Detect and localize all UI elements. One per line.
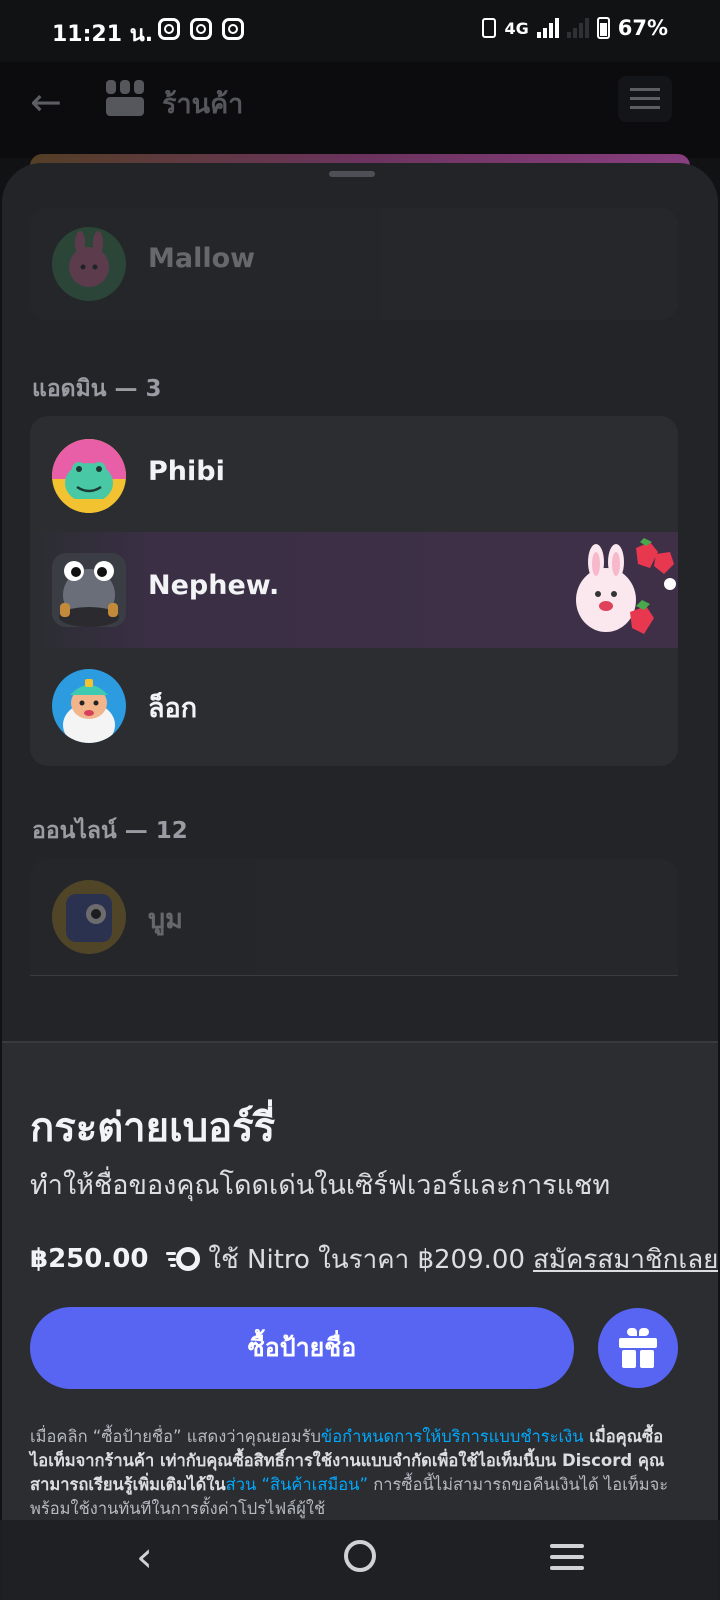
section-header-admin: แอดมิน — 3 <box>32 376 162 402</box>
strawberry-bunny-decoration <box>576 538 676 634</box>
nitro-icon <box>166 1246 201 1272</box>
product-description: ทำให้ชื่อของคุณโดดเด่นในเซิร์ฟเวอร์และกา… <box>30 1170 611 1201</box>
drag-handle[interactable] <box>329 171 375 177</box>
instagram-icon <box>190 18 212 40</box>
nav-back-icon[interactable]: ‹ <box>136 1532 153 1581</box>
virtual-goods-link[interactable]: ส่วน “สินค้าเสมือน” <box>226 1475 368 1494</box>
app-header: ← ร้านค้า <box>0 62 720 158</box>
divider <box>30 975 678 976</box>
gift-button[interactable] <box>598 1308 678 1388</box>
list-item[interactable]: Phibi <box>30 418 678 534</box>
member-name: บูม <box>148 904 183 935</box>
list-item-highlighted[interactable]: Nephew. <box>30 532 678 648</box>
online-members-card: บูม <box>30 859 678 975</box>
system-nav-bar: ‹ <box>0 1520 720 1600</box>
product-price: ฿250.00 <box>30 1244 149 1274</box>
back-arrow-icon[interactable]: ← <box>30 80 62 124</box>
admin-members-card: Phibi Nephew. ล็อก <box>30 416 678 766</box>
member-name: ล็อก <box>148 693 198 724</box>
legal-text: เมื่อคลิก “ซื้อป้ายชื่อ” แสดงว่าคุณยอมรั… <box>30 1427 321 1446</box>
hamburger-menu-icon[interactable] <box>618 76 672 122</box>
vibrate-icon <box>482 18 497 38</box>
instagram-icon <box>158 18 180 40</box>
member-name: Mallow <box>148 243 256 274</box>
status-indicators: 4G 67% <box>482 16 668 40</box>
product-title: กระต่ายเบอร์รี่ <box>30 1105 276 1151</box>
nav-recents-icon[interactable] <box>550 1544 584 1570</box>
member-name: Nephew. <box>148 570 280 601</box>
signal-icon <box>536 18 559 38</box>
product-preview-sheet: Mallow แอดมิน — 3 Phibi Nephew. ล็อก ออน… <box>2 163 718 1600</box>
battery-icon <box>596 17 610 39</box>
avatar <box>52 553 126 627</box>
signal-secondary-icon <box>566 18 589 38</box>
gift-icon <box>619 1328 657 1368</box>
nav-home-icon[interactable] <box>344 1540 376 1572</box>
avatar <box>52 880 126 954</box>
price-row: ฿250.00 ใช้ Nitro ในราคา ฿209.00 สมัครสม… <box>30 1239 718 1279</box>
member-card-top: Mallow <box>30 208 678 320</box>
product-details-panel: กระต่ายเบอร์รี่ ทำให้ชื่อของคุณโดดเด่นใน… <box>2 1041 718 1600</box>
member-list-preview: Mallow แอดมิน — 3 Phibi Nephew. ล็อก ออน… <box>2 163 718 1058</box>
list-item[interactable]: ล็อก <box>30 648 678 764</box>
section-header-online: ออนไลน์ — 12 <box>32 818 188 844</box>
battery-percent: 67% <box>617 16 668 40</box>
member-name: Phibi <box>148 456 225 487</box>
list-item: บูม <box>30 859 678 975</box>
avatar <box>52 227 126 301</box>
page-title: ร้านค้า <box>162 89 244 120</box>
paid-terms-link[interactable]: ข้อกำหนดการให้บริการแบบชำระเงิน <box>321 1427 584 1446</box>
status-bar: 11:21 น. 4G 67% <box>0 0 720 62</box>
subscribe-nitro-link[interactable]: สมัครสมาชิกเลย <box>533 1239 718 1280</box>
avatar <box>52 669 126 743</box>
legal-disclaimer: เมื่อคลิก “ซื้อป้ายชื่อ” แสดงว่าคุณยอมรั… <box>30 1425 678 1521</box>
shop-icon <box>106 80 144 116</box>
nitro-price-text: ใช้ Nitro ในราคา ฿209.00 <box>208 1244 525 1275</box>
list-item: Mallow <box>30 208 678 320</box>
network-type: 4G <box>504 18 529 38</box>
status-time: 11:21 น. <box>52 22 154 47</box>
buy-nameplate-button[interactable]: ซื้อป้ายชื่อ <box>30 1307 574 1389</box>
avatar <box>52 439 126 513</box>
instagram-icon <box>222 18 244 40</box>
